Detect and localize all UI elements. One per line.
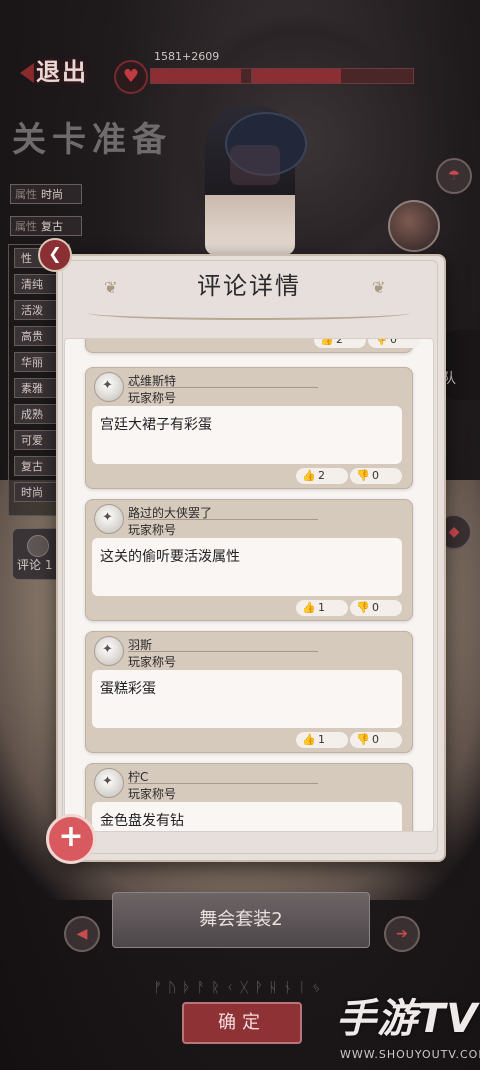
comment-card: ✦ 羽斯 玩家称号 蛋糕彩蛋 👍 1 👎 0 — [85, 631, 413, 753]
heart-icon: ♥ — [114, 60, 148, 94]
comment-body: 这关的偷听要活泼属性 — [92, 538, 402, 596]
umbrella-icon[interactable]: ☂ — [436, 158, 472, 194]
comment-card: ✦ 柠C 玩家称号 金色盘发有钻 — [85, 763, 413, 831]
thumbs-down-icon: 👎 — [374, 338, 388, 346]
confirm-button[interactable]: 确定 — [182, 1002, 302, 1044]
like-count: 2 — [336, 338, 343, 346]
attribute-value: 时尚 — [41, 188, 63, 201]
attribute-item[interactable]: 清纯 — [14, 274, 62, 294]
dislike-button[interactable]: 👎 0 — [350, 600, 402, 616]
wolf-icon: ✦ — [102, 378, 113, 393]
player-title: 玩家称号 — [128, 523, 177, 537]
thumbs-up-icon: 👍 — [302, 469, 316, 482]
dislike-button[interactable]: 👎 0 — [350, 468, 402, 484]
dialog-back-button[interactable]: ❮ — [38, 238, 72, 272]
comment-tab-label: 评论 1 — [17, 558, 53, 572]
thumbs-up-icon: 👍 — [302, 733, 316, 746]
watermark-logo: 手游TV — [336, 996, 479, 1042]
dislike-count: 0 — [372, 733, 379, 746]
comment-text: 宫廷大裙子有彩蛋 — [100, 417, 212, 433]
thumbs-up-icon: 👍 — [302, 601, 316, 614]
attribute-key: 属性 — [15, 188, 37, 201]
outfit-name: 舞会套装2 — [199, 909, 283, 930]
comment-body: 金色盘发有钻 — [92, 802, 402, 831]
stage-title: 关卡准备 — [12, 120, 172, 160]
divider — [128, 519, 318, 520]
comment-body: 宫廷大裙子有彩蛋 — [92, 406, 402, 464]
dislike-button[interactable]: 👎 0 — [350, 732, 402, 748]
wolf-icon: ✦ — [102, 510, 113, 525]
avatar[interactable]: ✦ — [94, 504, 124, 534]
attribute-tag-1: 属性 时尚 — [10, 184, 82, 204]
divider — [128, 651, 318, 652]
dialog-header: 评论详情 ❦ ❦ — [68, 256, 430, 322]
add-comment-button[interactable]: + — [46, 814, 96, 864]
like-button[interactable]: 👍 2 — [314, 338, 366, 348]
score-bar-2 — [252, 68, 414, 84]
like-count: 2 — [318, 469, 325, 482]
comment-body: 蛋糕彩蛋 — [92, 670, 402, 728]
attribute-item[interactable]: 可爱 — [14, 430, 62, 450]
next-outfit-arrow-icon[interactable]: ➔ — [384, 916, 420, 952]
dislike-button[interactable]: 👎 0 — [368, 338, 420, 348]
score-text: 1581+2609 — [154, 50, 220, 63]
divider — [128, 783, 318, 784]
divider — [128, 387, 318, 388]
attribute-key: 属性 — [15, 220, 37, 233]
score-bar-2-fill — [253, 69, 341, 83]
like-button[interactable]: 👍 2 — [296, 468, 348, 484]
dislike-count: 0 — [390, 338, 397, 346]
attribute-tag-2: 属性 复古 — [10, 216, 82, 236]
dislike-count: 0 — [372, 601, 379, 614]
attribute-item[interactable]: 华丽 — [14, 352, 62, 372]
prev-outfit-arrow-icon[interactable]: ◀ — [64, 916, 100, 952]
comment-text: 蛋糕彩蛋 — [100, 681, 156, 697]
comment-list[interactable]: 👍 2 👎 0 ✦ 忒维斯特 玩家称号 宫廷大裙子有彩蛋 👍 2 👎 0 ✦ 路过的大侠… — [64, 338, 434, 832]
comment-card: 👍 2 👎 0 — [85, 338, 420, 353]
score-bar-1 — [150, 68, 252, 84]
avatar[interactable]: ✦ — [94, 372, 124, 402]
attribute-item[interactable]: 时尚 — [14, 482, 62, 502]
attribute-item[interactable]: 高贵 — [14, 326, 62, 346]
like-button[interactable]: 👍 1 — [296, 732, 348, 748]
player-title: 玩家称号 — [128, 655, 177, 669]
attribute-item[interactable]: 素雅 — [14, 378, 62, 398]
like-button[interactable]: 👍 1 — [296, 600, 348, 616]
thumbs-down-icon: 👎 — [356, 601, 370, 614]
score-bar-1-fill — [151, 69, 241, 83]
comment-text: 这关的偷听要活泼属性 — [100, 549, 240, 565]
character-portrait-avatar[interactable] — [388, 200, 440, 252]
wolf-icon: ✦ — [102, 774, 113, 789]
flourish-right-icon: ❦ — [372, 278, 386, 297]
avatar[interactable]: ✦ — [94, 768, 124, 798]
flourish-left-icon: ❦ — [104, 278, 118, 297]
comment-card: ✦ 忒维斯特 玩家称号 宫廷大裙子有彩蛋 👍 2 👎 0 — [85, 367, 413, 489]
attribute-item[interactable]: 复古 — [14, 456, 62, 476]
thumbs-up-icon: 👍 — [320, 338, 334, 346]
outfit-name-ribbon: 舞会套装2 — [112, 892, 370, 948]
header-ornament — [88, 306, 410, 320]
comment-icon — [27, 535, 49, 557]
comment-text: 金色盘发有钻 — [100, 813, 184, 829]
back-arrow-icon — [20, 63, 34, 83]
wolf-icon: ✦ — [102, 642, 113, 657]
dislike-count: 0 — [372, 469, 379, 482]
avatar[interactable]: ✦ — [94, 636, 124, 666]
exit-label: 退出 — [36, 58, 88, 86]
comment-card: ✦ 路过的大侠罢了 玩家称号 这关的偷听要活泼属性 👍 1 👎 0 — [85, 499, 413, 621]
like-count: 1 — [318, 733, 325, 746]
attribute-item[interactable]: 活泼 — [14, 300, 62, 320]
player-title: 玩家称号 — [128, 787, 177, 801]
exit-button[interactable]: 退出 — [20, 52, 100, 92]
character-veil — [230, 145, 280, 185]
attribute-item[interactable]: 成熟 — [14, 404, 62, 424]
thumbs-down-icon: 👎 — [356, 469, 370, 482]
watermark-url: WWW.SHOUYOUTV.COM — [340, 1048, 480, 1061]
plus-icon: + — [58, 819, 84, 854]
attribute-value: 复古 — [41, 220, 63, 233]
thumbs-down-icon: 👎 — [356, 733, 370, 746]
like-count: 1 — [318, 601, 325, 614]
player-title: 玩家称号 — [128, 391, 177, 405]
